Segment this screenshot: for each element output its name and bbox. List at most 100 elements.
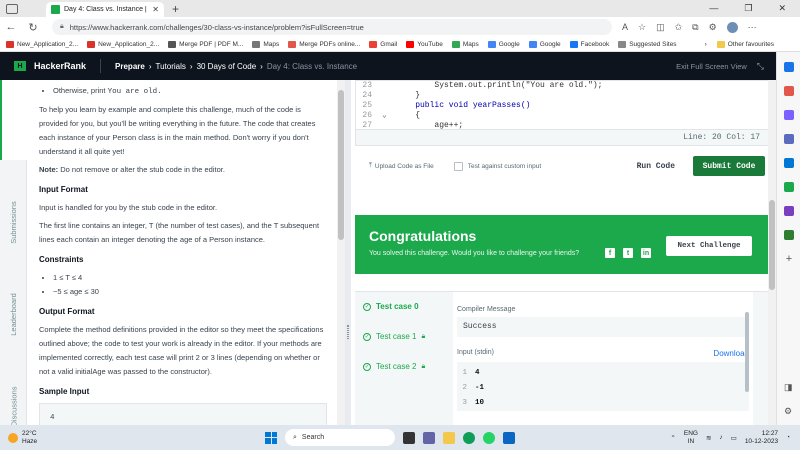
run-code-button[interactable]: Run Code bbox=[637, 162, 675, 171]
new-tab-icon[interactable]: + bbox=[172, 2, 179, 16]
bookmark-item[interactable]: Gmail bbox=[369, 40, 397, 48]
file-explorer-icon[interactable] bbox=[443, 431, 455, 444]
notifications-icon[interactable]: ◔ bbox=[786, 434, 790, 441]
crumb-30-days[interactable]: 30 Days of Code bbox=[197, 62, 257, 71]
google-icon bbox=[487, 40, 496, 48]
task-view-icon[interactable] bbox=[403, 431, 415, 444]
bookmark-item[interactable]: Google bbox=[487, 40, 520, 48]
tab-actions-icon[interactable] bbox=[6, 3, 18, 14]
bookmark-item[interactable]: Merge PDFs online... bbox=[288, 40, 360, 48]
close-tab-icon[interactable]: ✕ bbox=[152, 5, 159, 14]
battery-icon[interactable]: ▭ bbox=[731, 434, 737, 442]
test-case-0[interactable]: ✓ Test case 0 bbox=[363, 302, 419, 311]
whatsapp-icon[interactable] bbox=[483, 431, 495, 444]
pane-resize-handle[interactable] bbox=[345, 80, 351, 425]
refresh-icon[interactable]: ↻ bbox=[22, 21, 44, 34]
tools-icon[interactable] bbox=[784, 110, 794, 120]
checkbox-box[interactable] bbox=[453, 161, 463, 171]
edge-icon[interactable] bbox=[463, 431, 475, 444]
back-icon[interactable]: ← bbox=[0, 21, 22, 33]
bookmark-item[interactable]: Google bbox=[528, 40, 561, 48]
favorites-icon[interactable]: ✩ bbox=[675, 22, 683, 33]
collections-icon[interactable]: ⧉ bbox=[692, 22, 698, 33]
test-detail-scrollbar[interactable] bbox=[745, 312, 749, 392]
games-icon[interactable] bbox=[784, 134, 794, 144]
constraints-heading: Constraints bbox=[39, 255, 84, 264]
teams-icon[interactable] bbox=[423, 431, 435, 444]
test-case-1[interactable]: ✓ Test case 1 🔒︎ bbox=[363, 332, 425, 341]
bookmark-item[interactable]: Maps bbox=[451, 40, 479, 48]
settings-gear-icon[interactable]: ⚙ bbox=[784, 406, 794, 416]
bookmark-item[interactable]: Facebook bbox=[569, 40, 609, 48]
bookmark-item[interactable]: New_Application_2... bbox=[87, 40, 159, 48]
facebook-icon[interactable]: f bbox=[605, 248, 615, 258]
language-indicator[interactable]: ENG IN bbox=[684, 430, 698, 446]
profile-avatar[interactable] bbox=[726, 21, 738, 33]
drop-icon[interactable] bbox=[784, 230, 794, 240]
note-paragraph: Note: Do not remove or alter the stub co… bbox=[39, 165, 225, 174]
m365-icon[interactable] bbox=[784, 182, 794, 192]
brand-name[interactable]: HackerRank bbox=[34, 61, 86, 71]
linkedin-icon[interactable]: in bbox=[641, 248, 651, 258]
add-icon[interactable]: + bbox=[784, 254, 794, 265]
submit-code-button[interactable]: Submit Code bbox=[693, 156, 765, 176]
right-pane-scrollbar[interactable] bbox=[768, 80, 776, 425]
fold-chevron-icon[interactable]: ⌄ bbox=[382, 111, 396, 121]
crumb-prepare[interactable]: Prepare bbox=[115, 62, 145, 71]
code-editor[interactable]: 23 System.out.println("You are old."); 2… bbox=[355, 80, 775, 146]
tab-submissions[interactable]: Submissions bbox=[0, 201, 27, 244]
tab-leaderboard[interactable]: Leaderboard bbox=[0, 293, 27, 336]
download-link[interactable]: Download bbox=[713, 349, 749, 358]
clock[interactable]: 12:27 10-12-2023 bbox=[745, 430, 778, 446]
stdin-line: 2 -1 bbox=[462, 384, 485, 392]
outlook-icon[interactable] bbox=[784, 158, 794, 168]
exit-fullscreen-link[interactable]: Exit Full Screen View bbox=[676, 62, 747, 71]
next-challenge-button[interactable]: Next Challenge bbox=[666, 236, 752, 256]
maximize-icon[interactable]: ❐ bbox=[744, 3, 752, 14]
browser-tab[interactable]: Day 4: Class vs. Instance | HackerRank ✕ bbox=[46, 2, 164, 17]
chevron-right-icon: › bbox=[148, 61, 152, 71]
tab-problem[interactable]: Problem bbox=[0, 80, 27, 160]
chevron-up-icon[interactable]: ⌃ bbox=[670, 434, 675, 442]
favorite-star-icon[interactable]: ☆ bbox=[638, 22, 646, 33]
bookmark-item[interactable]: New_Application_2... bbox=[6, 40, 78, 48]
search-icon[interactable] bbox=[784, 62, 794, 72]
hackerrank-logo-icon[interactable]: H bbox=[14, 61, 26, 71]
bookmark-item[interactable]: Merge PDF | PDF M... bbox=[168, 40, 243, 48]
extensions-icon[interactable]: ⚙ bbox=[709, 22, 717, 33]
bookmark-item[interactable]: Suggested Sites bbox=[618, 40, 677, 48]
problem-statement: Otherwise, print You are old. To help yo… bbox=[27, 80, 337, 425]
upload-code-button[interactable]: ⤒ Upload Code as File bbox=[369, 162, 434, 170]
more-menu-icon[interactable]: ⋯ bbox=[748, 22, 757, 33]
sidebar-toggle-icon[interactable]: ◨ bbox=[784, 382, 794, 392]
sample-input-heading: Sample Input bbox=[39, 387, 90, 396]
shopping-icon[interactable] bbox=[784, 86, 794, 96]
scrollbar-thumb[interactable] bbox=[769, 200, 775, 290]
bookmark-item[interactable]: YouTube bbox=[406, 40, 443, 48]
test-case-2[interactable]: ✓ Test case 2 🔒︎ bbox=[363, 362, 425, 371]
browser-tab-bar: Day 4: Class vs. Instance | HackerRank ✕… bbox=[0, 0, 800, 17]
designer-icon[interactable] bbox=[784, 206, 794, 216]
twitter-icon[interactable]: t bbox=[623, 248, 633, 258]
minimize-icon[interactable]: — bbox=[709, 3, 718, 14]
other-favourites[interactable]: Other favourites bbox=[716, 40, 774, 48]
collapse-icon[interactable]: ⤡ bbox=[757, 61, 764, 72]
split-screen-icon[interactable]: ◫ bbox=[656, 22, 665, 33]
bookmark-item[interactable]: Maps bbox=[252, 40, 279, 48]
read-aloud-icon[interactable]: A bbox=[622, 22, 628, 32]
wifi-icon[interactable]: ≋ bbox=[706, 434, 711, 442]
problem-scrollbar[interactable] bbox=[337, 80, 345, 425]
url-field[interactable]: 🔒︎ https://www.hackerrank.com/challenges… bbox=[52, 19, 612, 35]
custom-input-checkbox[interactable]: Test against custom input bbox=[453, 161, 541, 171]
scrollbar-thumb[interactable] bbox=[338, 90, 344, 240]
volume-icon[interactable]: ♪ bbox=[719, 434, 722, 441]
chevron-right-icon[interactable]: › bbox=[705, 41, 707, 48]
linkedin-app-icon[interactable] bbox=[503, 431, 515, 444]
start-menu-icon[interactable] bbox=[265, 431, 277, 444]
taskbar-search[interactable]: ⌕ Search bbox=[285, 429, 395, 446]
weather-widget[interactable]: 22°C Haze bbox=[8, 430, 37, 446]
tab-discussions[interactable]: Discussions bbox=[0, 386, 27, 426]
temperature: 22°C bbox=[22, 429, 37, 437]
close-window-icon[interactable]: ✕ bbox=[778, 3, 786, 14]
crumb-tutorials[interactable]: Tutorials bbox=[156, 62, 186, 71]
